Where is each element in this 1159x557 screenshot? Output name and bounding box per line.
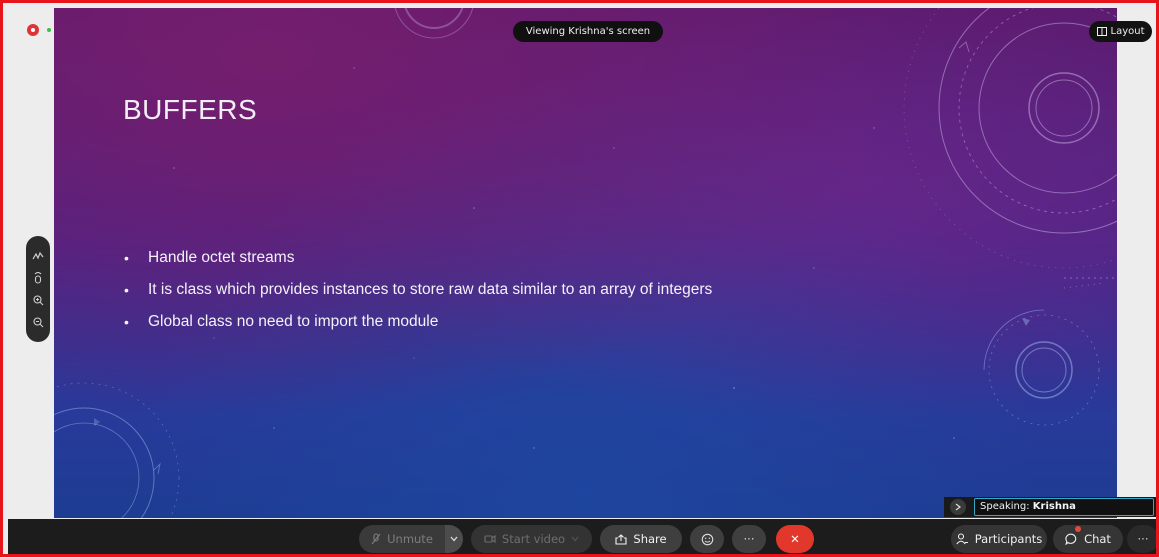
chat-notification-badge	[1075, 526, 1081, 532]
chevron-down-icon	[450, 536, 458, 542]
layout-icon	[1096, 27, 1107, 36]
overflow-menu-button[interactable]: ···	[1127, 525, 1159, 553]
chat-bubble-icon	[1065, 533, 1077, 545]
slide-bullet-list: • Handle octet streams • It is class which…	[124, 248, 712, 344]
connection-status-icon	[47, 28, 51, 32]
bullet-dot-icon: •	[124, 282, 129, 298]
smiley-icon	[701, 533, 713, 545]
speaker-name: Krishna	[1032, 501, 1076, 512]
zoom-in-icon[interactable]	[30, 292, 46, 308]
pointer-icon[interactable]	[30, 270, 46, 286]
active-speaker-bar: Speaking: Krishna	[944, 497, 1159, 517]
unmute-button[interactable]: Unmute	[359, 525, 445, 553]
zoom-out-icon[interactable]	[30, 314, 46, 330]
layout-button[interactable]: Layout	[1089, 21, 1152, 42]
ellipsis-icon: ···	[1137, 532, 1149, 546]
end-meeting-button[interactable]: ✕	[776, 525, 814, 553]
chevron-right-icon	[955, 503, 961, 511]
viewing-screen-label: Viewing Krishna's screen	[513, 21, 663, 42]
meeting-window: BUFFERS • Handle octet streams • It is cla…	[0, 0, 1159, 557]
camera-off-icon	[484, 534, 496, 544]
microphone-muted-icon	[371, 533, 381, 545]
close-icon: ✕	[790, 532, 800, 546]
reactions-button[interactable]	[690, 525, 724, 553]
share-button[interactable]: Share	[600, 525, 682, 553]
shared-screen-slide: BUFFERS • Handle octet streams • It is cla…	[54, 8, 1117, 518]
share-screen-icon	[615, 533, 627, 545]
participants-icon	[956, 533, 968, 545]
more-options-button[interactable]: ···	[732, 525, 766, 553]
annotate-icon[interactable]	[30, 248, 46, 264]
bullet-dot-icon: •	[124, 314, 129, 330]
slide-bullet: • Global class no need to import the modu…	[124, 312, 712, 344]
slide-bullet: • Handle octet streams	[124, 248, 712, 280]
speaking-indicator: Speaking: Krishna	[974, 498, 1154, 516]
meeting-control-bar: Unmute Start video Share ··· ✕ Participa…	[8, 519, 1159, 557]
chevron-down-icon	[571, 536, 579, 542]
slide-bullet: • It is class which provides instances to…	[124, 280, 712, 312]
audio-options-button[interactable]	[445, 525, 463, 553]
start-video-button[interactable]: Start video	[471, 525, 592, 553]
ellipsis-icon: ···	[743, 532, 755, 546]
expand-speaker-button[interactable]	[950, 499, 966, 515]
bullet-dot-icon: •	[124, 250, 129, 266]
layout-label: Layout	[1110, 26, 1145, 37]
chat-button[interactable]: Chat	[1053, 525, 1123, 553]
annotation-toolbar	[26, 236, 50, 342]
slide-title: BUFFERS	[123, 94, 258, 125]
recording-indicator-icon[interactable]	[27, 24, 39, 36]
participants-button[interactable]: Participants	[951, 525, 1047, 553]
